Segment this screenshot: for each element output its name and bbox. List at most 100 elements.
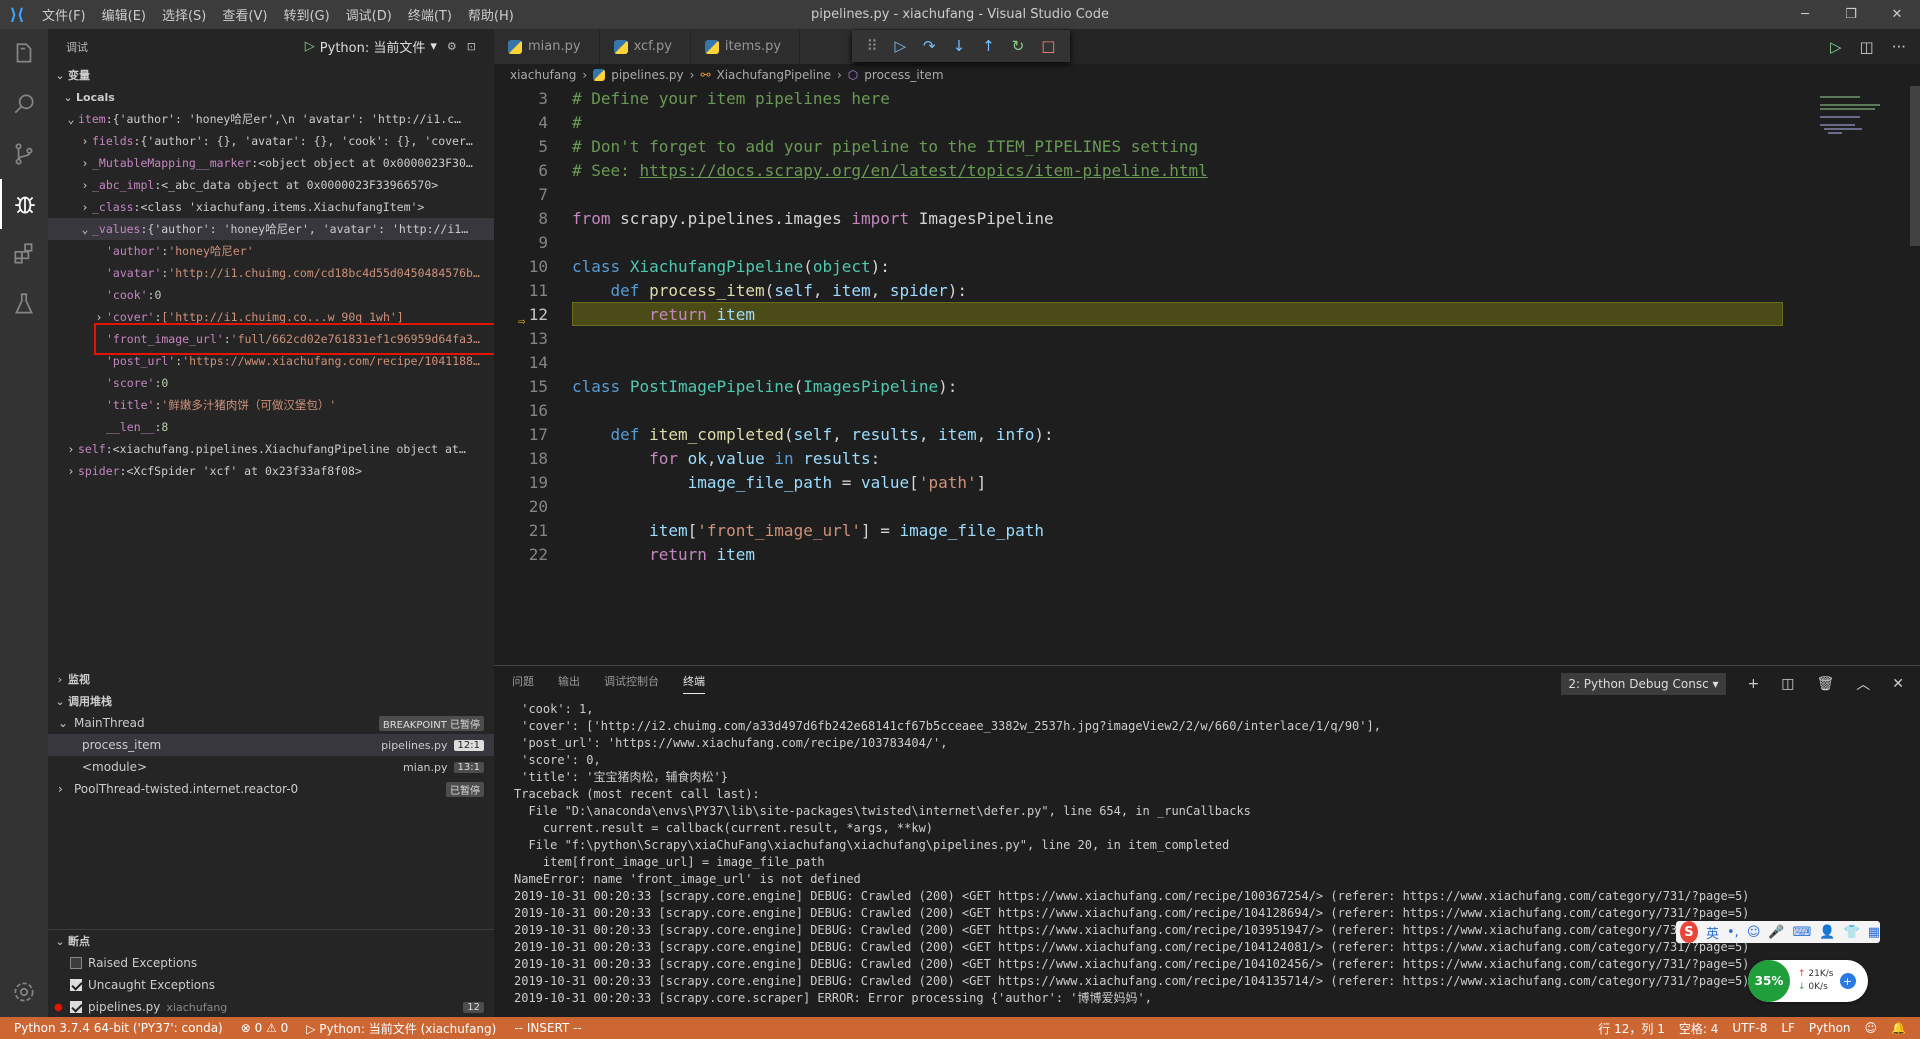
network-monitor[interactable]: 35% ↑ 21K/s ↓ 0K/s + — [1748, 960, 1868, 1002]
feedback-icon[interactable]: ☺ — [1865, 1021, 1878, 1035]
code-view[interactable]: 3 # Define your item pipelines here 4 #5 # D… — [494, 86, 1794, 586]
grid-icon[interactable]: ▦ — [1868, 925, 1880, 940]
terminal-output[interactable]: 'cook': 1, 'cover': ['http://i2.chuimg.c… — [494, 701, 1920, 1007]
code-line[interactable]: 16 — [494, 398, 1794, 422]
close-panel-icon[interactable]: ✕ — [1892, 676, 1904, 692]
encoding[interactable]: UTF-8 — [1732, 1021, 1767, 1035]
variable-row[interactable]: 'cook': 0 — [48, 284, 494, 306]
new-terminal-icon[interactable]: + — [1748, 676, 1760, 692]
breadcrumb-item[interactable]: process_item — [864, 68, 943, 82]
code-line[interactable]: 7 — [494, 182, 1794, 206]
close-icon[interactable]: ✕ — [1874, 0, 1920, 29]
launch-config-select[interactable]: ▷ Python: 当前文件 ▾ — [305, 37, 437, 56]
panel-tab[interactable]: 输出 — [558, 673, 580, 694]
more-icon[interactable]: ··· — [1892, 38, 1906, 56]
code-line[interactable]: 11 def process_item(self, item, spider): — [494, 278, 1794, 302]
code-line[interactable]: 12 ⇨ return item — [494, 302, 1794, 328]
code-line[interactable]: 17 def item_completed(self, results, ite… — [494, 422, 1794, 446]
menu-item[interactable]: 终端(T) — [400, 9, 460, 24]
editor-tab[interactable]: mian.py — [494, 29, 600, 64]
code-line[interactable]: 10 class XiachufangPipeline(object): — [494, 254, 1794, 278]
code-line[interactable]: 13 — [494, 326, 1794, 350]
settings-gear-icon[interactable] — [0, 967, 48, 1017]
variable-row[interactable]: ⌄ _values: {'author': 'honey哈尼er', 'avata… — [48, 218, 494, 240]
search-icon[interactable] — [0, 79, 48, 129]
step-into-icon[interactable]: ↓ — [953, 37, 966, 55]
step-over-icon[interactable]: ↷ — [923, 37, 936, 55]
code-line[interactable]: 8 from scrapy.pipelines.images import Ima… — [494, 206, 1794, 230]
minimize-icon[interactable]: ─ — [1782, 0, 1828, 29]
breakpoint-item[interactable]: ● pipelines.py xiachufang 12 — [48, 996, 494, 1018]
restart-icon[interactable]: ↻ — [1012, 37, 1025, 55]
breakpoints-section-header[interactable]: ⌄ 断点 — [48, 930, 494, 952]
minimap[interactable] — [1810, 86, 1920, 665]
maximize-icon[interactable]: ❐ — [1828, 0, 1874, 29]
code-line[interactable]: 18 for ok,value in results: — [494, 446, 1794, 470]
thread-main[interactable]: ⌄ MainThread BREAKPOINT 已暂停 — [48, 712, 494, 734]
launch-config-status[interactable]: ▷ Python: 当前文件 (xiachufang) — [306, 1020, 496, 1037]
continue-icon[interactable]: ▷ — [894, 37, 906, 55]
variable-row[interactable]: › fields: {'author': {}, 'avatar': {}, 'c… — [48, 130, 494, 152]
source-control-icon[interactable] — [0, 129, 48, 179]
breakpoint-checkbox[interactable] — [70, 1001, 82, 1013]
variable-row[interactable]: 'avatar': 'http://i1.chuimg.com/cd18bc4d… — [48, 262, 494, 284]
breadcrumb-item[interactable]: XiachufangPipeline — [717, 68, 831, 82]
emoji-icon[interactable]: ☺ — [1747, 925, 1761, 940]
menu-item[interactable]: 调试(D) — [338, 9, 400, 24]
code-line[interactable]: 4 # — [494, 110, 1794, 134]
breadcrumb-item[interactable]: xiachufang — [510, 68, 576, 82]
start-debug-icon[interactable]: ▷ — [305, 39, 315, 54]
trash-icon[interactable]: 🗑 — [1816, 676, 1834, 692]
code-line[interactable]: 3 # Define your item pipelines here — [494, 86, 1794, 110]
code-line[interactable]: 21 item['front_image_url'] = image_file_… — [494, 518, 1794, 542]
variable-row[interactable]: › _class: <class 'xiachufang.items.Xiachu… — [48, 196, 494, 218]
line-ending[interactable]: LF — [1781, 1021, 1795, 1035]
language-mode[interactable]: Python — [1809, 1021, 1851, 1035]
problems-count[interactable]: ⊗ 0 ⚠ 0 — [241, 1021, 289, 1035]
menu-item[interactable]: 文件(F) — [34, 9, 94, 24]
python-interpreter[interactable]: Python 3.7.4 64-bit ('PY37': conda) — [14, 1021, 223, 1035]
stop-icon[interactable]: □ — [1041, 37, 1055, 55]
editor-tab[interactable]: items.py — [690, 29, 801, 64]
ime-language[interactable]: 英 — [1706, 923, 1719, 942]
editor-tab[interactable]: xcf.py — [599, 29, 691, 64]
user-icon[interactable]: 👤 — [1819, 925, 1835, 940]
menu-item[interactable]: 编辑(E) — [94, 9, 154, 24]
menu-item[interactable]: 转到(G) — [275, 9, 337, 24]
step-out-icon[interactable]: ↑ — [982, 37, 995, 55]
debug-console-icon[interactable]: ⊡ — [467, 40, 476, 53]
panel-tab[interactable]: 调试控制台 — [604, 673, 659, 694]
menu-item[interactable]: 选择(S) — [154, 9, 214, 24]
variable-row[interactable]: 'title': '鲜嫩多汁猪肉饼（可做汉堡包）' — [48, 394, 494, 416]
breakpoint-item[interactable]: Raised Exceptions — [48, 952, 494, 974]
cursor-position[interactable]: 行 12，列 1 — [1598, 1020, 1665, 1037]
explorer-icon[interactable] — [0, 29, 48, 79]
code-line[interactable]: 5 # Don't forget to add your pipeline to … — [494, 134, 1794, 158]
keyboard-icon[interactable]: ⌨ — [1793, 925, 1812, 940]
watch-section-header[interactable]: › 监视 — [48, 668, 494, 690]
panel-tab[interactable]: 问题 — [512, 673, 534, 694]
code-line[interactable]: 9 — [494, 230, 1794, 254]
ime-toolbar[interactable]: S 英 •, ☺ 🎤 ⌨ 👤 👕 ▦ — [1676, 921, 1880, 943]
gear-icon[interactable]: ⚙ — [447, 40, 457, 53]
run-icon[interactable]: ▷ — [1830, 38, 1842, 56]
split-terminal-icon[interactable]: ◫ — [1781, 676, 1794, 692]
indentation[interactable]: 空格: 4 — [1679, 1020, 1719, 1037]
split-editor-icon[interactable]: ◫ — [1860, 38, 1874, 56]
code-line[interactable]: 6 # See: https://docs.scrapy.org/en/lates… — [494, 158, 1794, 182]
mic-icon[interactable]: 🎤 — [1768, 925, 1784, 940]
debug-icon[interactable] — [0, 179, 48, 229]
test-flask-icon[interactable] — [0, 279, 48, 329]
variable-row[interactable]: __len__: 8 — [48, 416, 494, 438]
terminal-select[interactable]: 2: Python Debug Consc ▾ — [1561, 672, 1726, 695]
variable-row[interactable]: 'score': 0 — [48, 372, 494, 394]
breakpoint-checkbox[interactable] — [70, 979, 82, 991]
boost-icon[interactable]: + — [1839, 973, 1856, 989]
variable-row[interactable]: ⌄ item: {'author': 'honey哈尼er',\n 'avatar… — [48, 108, 494, 130]
punctuation-icon[interactable]: •, — [1727, 925, 1739, 940]
panel-tab[interactable]: 终端 — [683, 673, 705, 694]
variable-row[interactable]: › _MutableMapping__marker: <object object… — [48, 152, 494, 174]
menu-item[interactable]: 查看(V) — [214, 9, 275, 24]
callstack-section-header[interactable]: ⌄ 调用堆栈 — [48, 690, 494, 712]
code-line[interactable]: 14 — [494, 350, 1794, 374]
